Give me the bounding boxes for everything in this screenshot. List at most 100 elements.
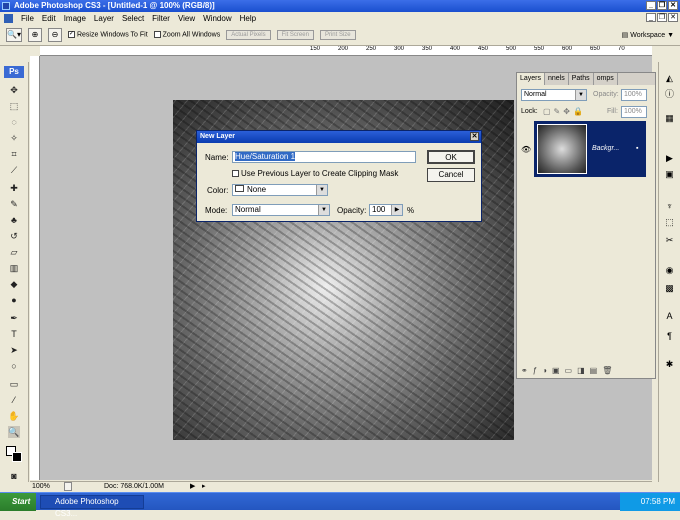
tab-comps[interactable]: omps	[594, 73, 618, 85]
lock-label: Lock:	[521, 108, 538, 115]
pen-tool-icon[interactable]: ✒	[8, 312, 20, 324]
resize-windows-option[interactable]: ✓ Resize Windows To Fit	[67, 30, 148, 38]
character-icon[interactable]: A	[663, 310, 676, 323]
brush-tool-icon[interactable]: ✎	[8, 198, 20, 210]
toolbox: Ps ✥ ⬚ ◌ ✧ ⌗ ⟋ ✚ ✎ ♣ ↺ ▱ ▥ ◆ ● ✒ T ➤ ○ ▭…	[0, 62, 29, 482]
menu-edit[interactable]: Edit	[42, 14, 56, 23]
status-menu-arrow-icon[interactable]: ▶	[190, 482, 195, 492]
layer-name: Backgr...	[592, 145, 620, 152]
history-icon[interactable]: ♆	[663, 200, 676, 213]
zoom-level[interactable]: 100%	[32, 482, 50, 492]
zoom-out-icon[interactable]: ⊖	[47, 27, 62, 42]
taskbar-photoshop[interactable]: Adobe Photoshop CS3...	[40, 495, 144, 518]
layers-panel-footer-icons[interactable]: ⚭ƒ◑▣▭◨▤🗑	[521, 366, 651, 375]
color-select[interactable]: None ▼	[232, 184, 328, 196]
workspace-menu[interactable]: ▤ Workspace ▼	[622, 31, 674, 39]
type-tool-icon[interactable]: T	[8, 328, 20, 340]
clone-stamp-icon[interactable]: ♣	[8, 214, 20, 226]
lock-icon: ▪	[636, 145, 639, 152]
layer-row-background[interactable]: Backgr... ▪	[534, 121, 646, 177]
marquee-tool-icon[interactable]: ⬚	[8, 100, 20, 112]
status-icon[interactable]	[64, 482, 72, 491]
move-tool-icon[interactable]: ✥	[8, 84, 20, 96]
checkbox-icon[interactable]	[153, 30, 161, 38]
actual-pixels-button[interactable]: Actual Pixels	[226, 29, 271, 40]
zoom-tool-icon[interactable]: 🔍	[8, 426, 20, 438]
percent-label: %	[407, 206, 415, 215]
dialog-close-icon[interactable]: ✕	[470, 132, 479, 141]
dodge-tool-icon[interactable]: ●	[8, 294, 20, 306]
start-button[interactable]: Start	[0, 493, 36, 511]
print-size-button[interactable]: Print Size	[319, 29, 356, 40]
close-button[interactable]: ✕	[668, 1, 678, 10]
blur-tool-icon[interactable]: ◆	[8, 278, 20, 290]
histogram-icon[interactable]: ▦	[663, 112, 676, 125]
menu-file[interactable]: File	[21, 14, 34, 23]
cancel-button[interactable]: Cancel	[427, 168, 475, 182]
gradient-tool-icon[interactable]: ▥	[8, 262, 20, 274]
menu-select[interactable]: Select	[122, 14, 144, 23]
mode-select[interactable]: Normal ▼	[232, 204, 330, 216]
zoom-tool-preset[interactable]: 🔍▾	[6, 27, 22, 42]
menu-image[interactable]: Image	[64, 14, 86, 23]
menu-window[interactable]: Window	[203, 14, 231, 23]
doc-minimize-button[interactable]: _	[646, 13, 656, 22]
menu-layer[interactable]: Layer	[94, 14, 114, 23]
brushes-icon[interactable]: ◉	[663, 264, 676, 277]
fill-input[interactable]: 100%	[621, 106, 647, 118]
clone-source-icon[interactable]: ▩	[663, 282, 676, 295]
styles-icon[interactable]: ▣	[663, 168, 676, 181]
tool-presets-icon[interactable]: ✂	[663, 234, 676, 247]
doc-restore-button[interactable]: ❐	[657, 13, 667, 22]
lock-icons[interactable]: ▢✎✥🔒	[543, 107, 586, 116]
opacity-input[interactable]: 100 ▶	[369, 204, 403, 216]
history-brush-icon[interactable]: ↺	[8, 230, 20, 242]
restore-button[interactable]: ❐	[657, 1, 667, 10]
info-icon[interactable]: ⓘ	[663, 88, 676, 101]
actions-icon[interactable]: ⬚	[663, 216, 676, 229]
magic-wand-icon[interactable]: ✧	[8, 132, 20, 144]
minimize-button[interactable]: _	[646, 1, 656, 10]
menu-help[interactable]: Help	[240, 14, 256, 23]
checkbox-icon[interactable]	[232, 170, 239, 178]
lasso-tool-icon[interactable]: ◌	[8, 116, 20, 128]
eye-icon[interactable]: 👁	[521, 145, 531, 154]
clipping-mask-option[interactable]: Use Previous Layer to Create Clipping Ma…	[232, 169, 398, 178]
shape-tool-icon[interactable]: ○	[8, 360, 20, 372]
hand-tool-icon[interactable]: ✋	[8, 410, 20, 422]
ok-button[interactable]: OK	[427, 150, 475, 164]
quick-mask-icon[interactable]: ◙	[8, 470, 20, 482]
path-selection-icon[interactable]: ➤	[8, 344, 20, 356]
menu-view[interactable]: View	[178, 14, 195, 23]
paragraph-icon[interactable]: ¶	[663, 330, 676, 343]
tab-paths[interactable]: Paths	[569, 73, 594, 85]
eraser-tool-icon[interactable]: ▱	[8, 246, 20, 258]
tab-channels[interactable]: nnels	[545, 73, 569, 85]
eyedropper-icon[interactable]: ⁄	[8, 394, 20, 406]
foreground-color-swatch[interactable]	[12, 452, 22, 462]
settings-icon[interactable]: ✱	[663, 358, 676, 371]
panel-opacity-label: Opacity:	[593, 91, 619, 98]
right-panel-dock: ◭ ⓘ ▦ ▶ ▣ ♆ ⬚ ✂ ◉ ▩ A ¶ ✱	[658, 62, 680, 482]
healing-brush-icon[interactable]: ✚	[8, 182, 20, 194]
opacity-slider-arrow-icon[interactable]: ▶	[391, 205, 402, 215]
scroll-right-arrow-icon[interactable]: ▸	[202, 482, 206, 492]
fit-screen-button[interactable]: Fit Screen	[276, 29, 314, 40]
zoom-all-option[interactable]: Zoom All Windows	[153, 30, 220, 38]
workspace-icon: ▤	[621, 31, 631, 39]
fill-label: Fill:	[607, 108, 618, 115]
navigator-icon[interactable]: ◭	[663, 72, 676, 85]
menu-filter[interactable]: Filter	[152, 14, 170, 23]
zoom-in-icon[interactable]: ⊕	[27, 27, 42, 42]
blend-mode-select[interactable]: Normal ▼	[521, 89, 587, 101]
checkbox-checked-icon[interactable]: ✓	[67, 30, 75, 38]
tab-layers[interactable]: Layers	[517, 73, 546, 85]
swatches-icon[interactable]: ▶	[663, 152, 676, 165]
slice-tool-icon[interactable]: ⟋	[8, 164, 20, 176]
layer-name-input[interactable]: Hue/Saturation 1	[232, 151, 416, 163]
chevron-down-icon: ▼	[575, 90, 586, 100]
doc-close-button[interactable]: ✕	[668, 13, 678, 22]
notes-tool-icon[interactable]: ▭	[8, 378, 20, 390]
panel-opacity-input[interactable]: 100%	[621, 89, 647, 101]
crop-tool-icon[interactable]: ⌗	[8, 148, 20, 160]
